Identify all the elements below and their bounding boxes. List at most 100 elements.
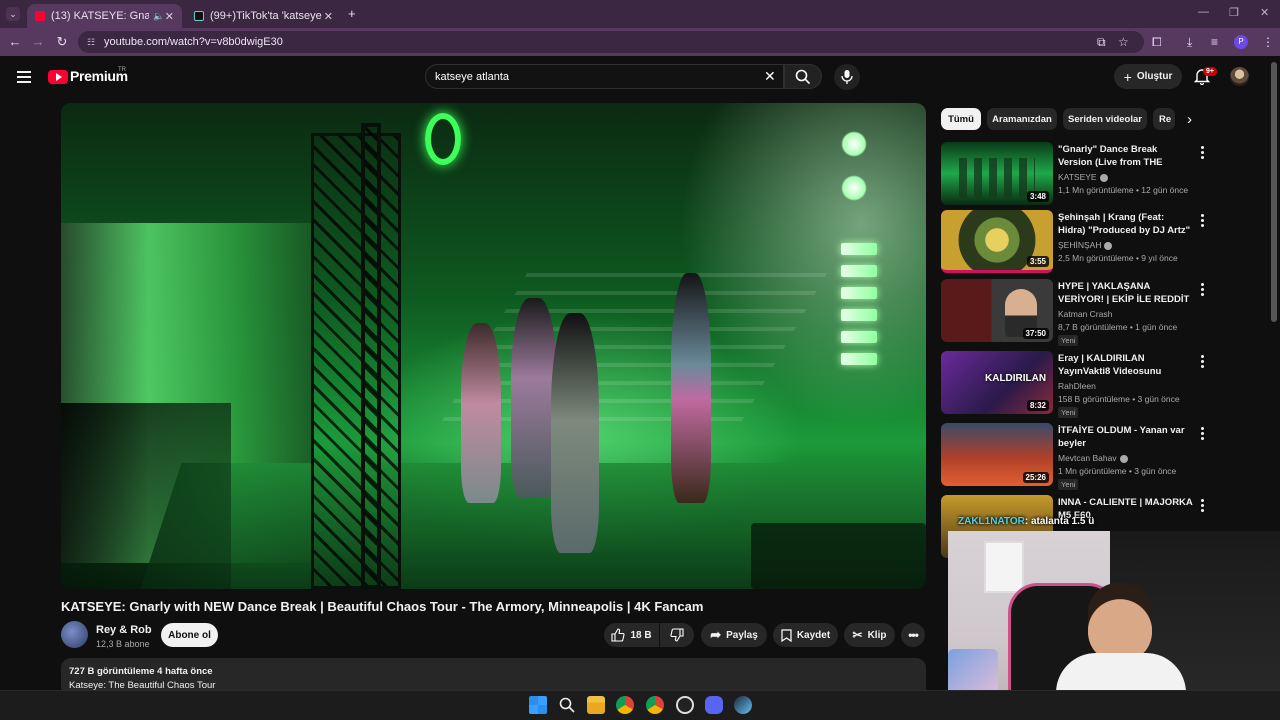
tab-search-chevron-icon[interactable]: ⌄ (6, 7, 20, 21)
webcam-wall-poster (984, 541, 1024, 593)
recommendation-item[interactable]: 25:26 İTFAİYE OLDUM - Yanan var beyler M… (941, 423, 1211, 490)
page-scrollbar[interactable] (1271, 62, 1277, 322)
url-text: youtube.com/watch?v=v8b0dwigE30 (104, 36, 283, 48)
thumbs-up-icon (611, 628, 625, 642)
video-thumbnail[interactable]: 3:55 (941, 210, 1053, 273)
discord-icon[interactable] (705, 696, 723, 714)
new-badge: Yeni (1058, 407, 1079, 418)
url-input[interactable]: ☷ youtube.com/watch?v=v8b0dwigE30 (78, 31, 1144, 53)
tab-youtube[interactable]: (13) KATSEYE: Gnarly with N 🔈 ✕ (27, 4, 182, 28)
channel-name[interactable]: Rey & Rob (96, 624, 152, 636)
video-thumbnail[interactable]: 3:48 (941, 142, 1053, 205)
light-panel (841, 265, 877, 277)
recommendation-item[interactable]: 37:50 HYPE | YAKLAŞANA VERİYOR! | EKİP İ… (941, 279, 1211, 346)
video-thumbnail[interactable]: KALDIRILAN 8:32 (941, 351, 1053, 414)
chip-all[interactable]: Tümü (941, 108, 981, 130)
recommendation-channel[interactable]: Katman Crash (1058, 309, 1112, 319)
chip-series-videos[interactable]: Seriden videolar (1063, 108, 1147, 130)
kebab-menu-icon[interactable] (1201, 499, 1205, 514)
recommendation-channel[interactable]: ŞEHİNŞAH (1058, 240, 1113, 250)
forward-icon[interactable]: → (30, 34, 46, 49)
chip-from-search[interactable]: Aramanızdan (987, 108, 1057, 130)
chrome-icon[interactable] (616, 696, 634, 714)
video-thumbnail[interactable]: 25:26 (941, 423, 1053, 486)
kebab-menu-icon[interactable] (1201, 355, 1205, 370)
thumbs-down-icon (670, 628, 684, 642)
close-tab-icon[interactable]: ✕ (165, 10, 174, 23)
browser-profile-avatar[interactable]: P (1234, 35, 1248, 49)
kebab-menu-icon[interactable] (1201, 283, 1205, 298)
thumbnail-dancers (959, 158, 1035, 198)
verified-badge-icon (1099, 173, 1108, 182)
hamburger-menu-icon[interactable] (17, 71, 31, 86)
create-button[interactable]: + Oluştur (1114, 64, 1182, 89)
like-count: 18 B (630, 629, 652, 641)
windows-start-icon[interactable] (529, 696, 547, 714)
recommendation-title[interactable]: İTFAİYE OLDUM - Yanan var beyler (1058, 424, 1193, 450)
search-input[interactable]: katseye atlanta (425, 64, 784, 89)
site-info-icon[interactable]: ☷ (87, 37, 95, 48)
tab-youtube-label: (13) KATSEYE: Gnarly with N (51, 10, 149, 22)
subscribe-button[interactable]: Abone ol (161, 623, 218, 647)
close-tab-icon[interactable]: ✕ (324, 10, 333, 23)
recommendation-channel[interactable]: KATSEYE (1058, 172, 1108, 182)
clip-button[interactable]: ✂ Klip (844, 623, 895, 647)
bookmark-star-icon[interactable]: ☆ (1118, 35, 1129, 49)
chips-next-chevron-icon[interactable]: › (1187, 111, 1192, 128)
channel-avatar[interactable] (61, 621, 88, 648)
light-panel (841, 353, 877, 365)
search-button[interactable] (784, 64, 822, 89)
voice-search-button[interactable] (834, 64, 860, 90)
reading-list-icon[interactable]: ≡ (1211, 35, 1218, 49)
kebab-menu-icon[interactable] (1201, 427, 1205, 442)
recommendation-title[interactable]: "Gnarly" Dance Break Version (Live from … (1058, 143, 1193, 170)
share-button[interactable]: ➦ Paylaş (701, 623, 767, 647)
close-window-icon[interactable]: ✕ (1260, 6, 1269, 19)
notification-count-badge: 9+ (1203, 67, 1217, 76)
chip-related[interactable]: Re (1153, 108, 1175, 130)
reload-icon[interactable]: ↻ (54, 34, 70, 50)
more-actions-button[interactable]: ••• (901, 623, 925, 647)
speaker-icon[interactable]: 🔈 (153, 11, 164, 22)
recommendation-channel[interactable]: RahDleen (1058, 381, 1096, 391)
windows-taskbar (0, 690, 1280, 720)
github-icon[interactable] (676, 696, 694, 714)
recommendation-item[interactable]: 3:55 Şehinşah | Krang (Feat: Hidra) "Pro… (941, 210, 1211, 276)
clear-search-icon[interactable]: ✕ (764, 68, 776, 85)
light-panel (841, 331, 877, 343)
stage-spotlight (841, 131, 867, 157)
chrome-profile-icon[interactable] (646, 696, 664, 714)
save-label: Kaydet (796, 629, 831, 641)
kebab-menu-icon[interactable] (1201, 214, 1205, 229)
video-thumbnail[interactable]: 37:50 (941, 279, 1053, 342)
new-tab-icon[interactable]: + (348, 6, 356, 21)
extensions-icon[interactable]: ⧠ (1152, 35, 1162, 50)
recommendation-title[interactable]: Şehinşah | Krang (Feat: Hidra) "Produced… (1058, 211, 1193, 237)
recommendation-channel[interactable]: Mevtcan Bahav (1058, 453, 1128, 463)
video-player[interactable] (61, 103, 926, 589)
recommendation-title[interactable]: Eray | KALDIRILAN YayınVakti8 Videosunu … (1058, 352, 1193, 379)
recommendation-item[interactable]: 3:48 "Gnarly" Dance Break Version (Live … (941, 142, 1211, 208)
youtube-logo-icon[interactable] (48, 70, 68, 84)
file-explorer-icon[interactable] (587, 696, 605, 714)
recommendation-item[interactable]: KALDIRILAN 8:32 Eray | KALDIRILAN YayınV… (941, 351, 1211, 418)
dislike-button[interactable] (660, 623, 694, 647)
downloads-icon[interactable]: ⤓ (1187, 35, 1192, 50)
tab-tiktok-label: (99+)TikTok'ta 'katseye atlanta' (210, 10, 322, 22)
steam-icon[interactable] (734, 696, 752, 714)
chat-username: ZAKL1NATOR (958, 516, 1025, 527)
back-icon[interactable]: ← (7, 34, 23, 49)
recommendation-title[interactable]: HYPE | YAKLAŞANA VERİYOR! | EKİP İLE RED… (1058, 280, 1193, 307)
account-avatar[interactable] (1230, 67, 1249, 86)
minimize-icon[interactable]: — (1198, 6, 1209, 18)
save-button[interactable]: Kaydet (773, 623, 838, 647)
tab-tiktok[interactable]: (99+)TikTok'ta 'katseye atlanta' ✕ (186, 4, 341, 28)
like-button[interactable]: 18 B (604, 623, 659, 647)
verified-badge-icon (1119, 454, 1128, 463)
light-panel (841, 243, 877, 255)
taskbar-search-icon[interactable] (558, 696, 576, 714)
kebab-menu-icon[interactable] (1201, 146, 1205, 161)
restore-icon[interactable]: ❐ (1229, 6, 1239, 19)
install-app-icon[interactable]: ⧉ (1097, 35, 1106, 50)
menu-dots-icon[interactable]: ⋮ (1262, 35, 1274, 49)
